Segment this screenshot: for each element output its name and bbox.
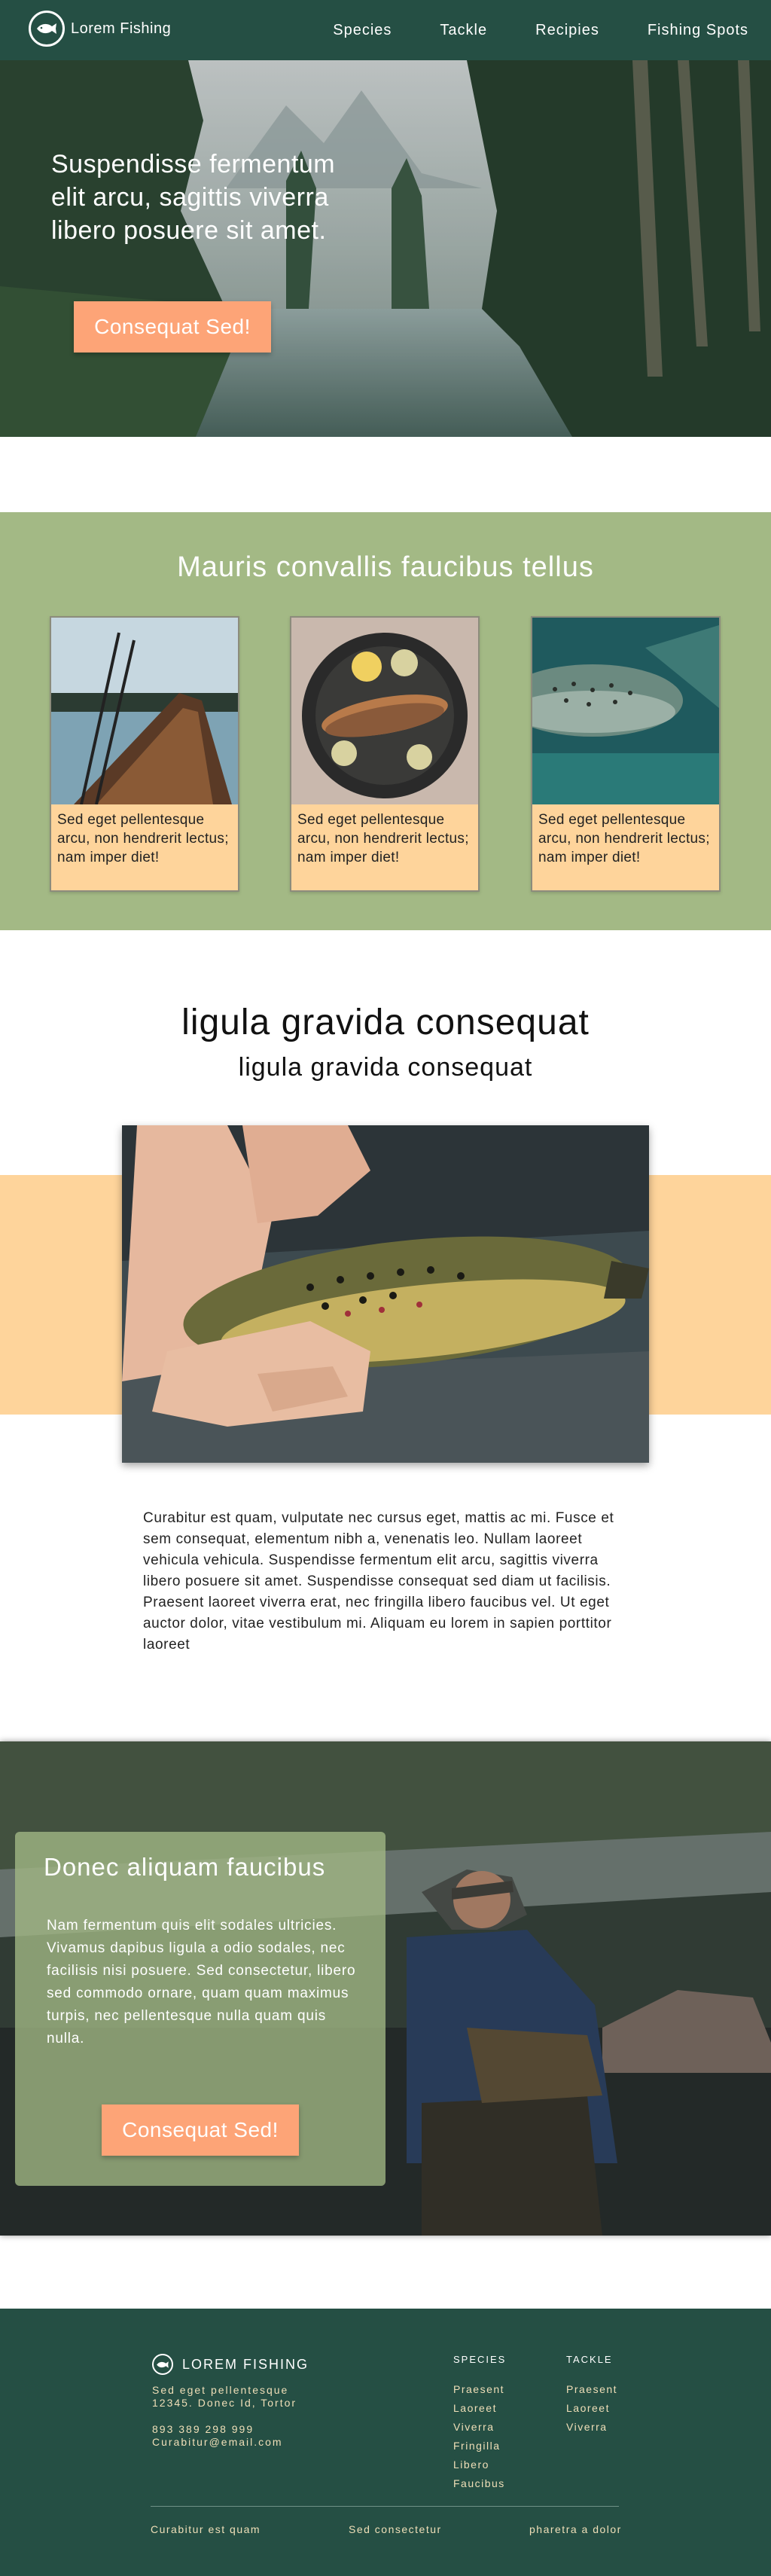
footer-email[interactable]: Curabitur@email.com — [152, 2436, 283, 2449]
trout-underwater-image — [532, 618, 719, 804]
footer-link[interactable]: Laoreet — [453, 2399, 506, 2418]
site-footer: LOREM FISHING Sed eget pellentesque 1234… — [0, 2309, 771, 2576]
footer-contact: 893 389 298 999 Curabitur@email.com — [152, 2423, 283, 2449]
footer-column-heading: SPECIES — [453, 2354, 507, 2365]
promo-panel: Donec aliquam faucibus Nam fermentum qui… — [15, 1832, 386, 2186]
features-section: Mauris convallis faucibus tellus Sed ege… — [0, 512, 771, 930]
hero-banner: Suspendisse fermentum elit arcu, sagitti… — [0, 60, 771, 437]
article-subheading: ligula gravida consequat — [238, 1053, 533, 1082]
promo-title: Donec aliquam faucibus — [44, 1853, 326, 1881]
hand-holding-trout-image — [122, 1125, 649, 1463]
footer-bottom-link[interactable]: Curabitur est quam — [151, 2523, 261, 2535]
hero-headline: Suspendisse fermentum elit arcu, sagitti… — [51, 150, 336, 245]
brand-name: Lorem Fishing — [71, 20, 172, 37]
footer-link[interactable]: Praesent — [566, 2380, 617, 2399]
feature-card[interactable]: Sed eget pellentesque arcu, non hendreri… — [531, 616, 721, 892]
footer-tackle-column: TACKLE Praesent Laoreet Viverra — [566, 2354, 617, 2437]
footer-link[interactable]: Viverra — [566, 2418, 617, 2437]
feature-card-caption: Sed eget pellentesque arcu, non hendreri… — [538, 812, 710, 865]
article-body: Curabitur est quam, vulputate nec cursus… — [143, 1510, 614, 1653]
footer-species-column: SPECIES Praesent Laoreet Viverra Fringil… — [453, 2354, 506, 2493]
footer-address-line: Sed eget pellentesque — [152, 2384, 289, 2396]
promo-cta-button[interactable]: Consequat Sed! — [102, 2104, 299, 2156]
feature-card[interactable]: Sed eget pellentesque arcu, non hendreri… — [50, 616, 239, 892]
hero-forest-lake-image — [0, 60, 771, 437]
canoe-on-lake-image — [51, 618, 238, 804]
brand-link[interactable]: Lorem Fishing — [29, 11, 171, 47]
footer-brand-name: LOREM FISHING — [182, 2356, 309, 2372]
features-title: Mauris convallis faucibus tellus — [177, 551, 594, 583]
footer-link[interactable]: Libero — [453, 2455, 506, 2474]
footer-link[interactable]: Praesent — [453, 2380, 506, 2399]
footer-bottom-link[interactable]: Sed consectetur — [349, 2523, 442, 2535]
article-heading: ligula gravida consequat — [181, 1003, 590, 1042]
nav-link-species[interactable]: Species — [333, 22, 392, 39]
footer-link[interactable]: Fringilla — [453, 2437, 506, 2455]
promo-section: Donec aliquam faucibus Nam fermentum qui… — [0, 1741, 771, 2236]
footer-bottom-link[interactable]: pharetra a dolor — [529, 2523, 622, 2535]
fish-logo-icon — [29, 11, 65, 47]
footer-brand[interactable]: LOREM FISHING — [152, 2354, 309, 2375]
nav-link-fishing-spots[interactable]: Fishing Spots — [648, 22, 748, 39]
feature-card-caption: Sed eget pellentesque arcu, non hendreri… — [57, 812, 229, 865]
footer-divider — [151, 2506, 619, 2507]
cooked-fish-in-pan-image — [291, 618, 478, 804]
nav-link-recipies[interactable]: Recipies — [535, 22, 599, 39]
top-navbar: Lorem Fishing Species Tackle Recipies Fi… — [0, 0, 771, 60]
feature-card[interactable]: Sed eget pellentesque arcu, non hendreri… — [290, 616, 480, 892]
footer-link[interactable]: Laoreet — [566, 2399, 617, 2418]
footer-link[interactable]: Faucibus — [453, 2474, 506, 2493]
promo-body: Nam fermentum quis elit sodales ultricie… — [47, 1918, 356, 2046]
footer-address: Sed eget pellentesque 12345. Donec Id, T… — [152, 2384, 297, 2410]
footer-address-line: 12345. Donec Id, Tortor — [152, 2397, 297, 2409]
feature-card-caption: Sed eget pellentesque arcu, non hendreri… — [297, 812, 469, 865]
nav-link-tackle[interactable]: Tackle — [440, 22, 487, 39]
fish-logo-icon — [152, 2354, 173, 2375]
footer-phone[interactable]: 893 389 298 999 — [152, 2423, 283, 2436]
main-menu: Species Tackle Recipies Fishing Spots — [285, 0, 748, 60]
hero-cta-button[interactable]: Consequat Sed! — [74, 301, 271, 353]
footer-link[interactable]: Viverra — [453, 2418, 506, 2437]
footer-column-heading: TACKLE — [566, 2354, 613, 2365]
